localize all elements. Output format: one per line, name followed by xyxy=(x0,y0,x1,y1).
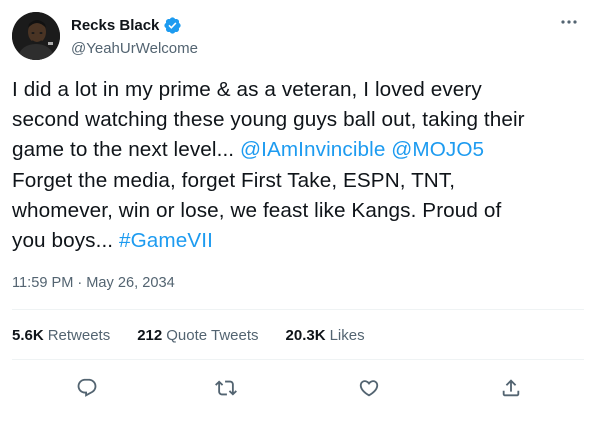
tweet-text-segment: I did a lot in my prime & as a veteran, … xyxy=(12,78,482,101)
retweets-label: Retweets xyxy=(47,326,111,344)
tweet-text: I did a lot in my prime & as a veteran, … xyxy=(12,75,584,256)
tweet-date: May 26, 2034 xyxy=(86,275,175,291)
tweet-timestamp[interactable]: 11:59 PM · May 26, 2034 xyxy=(12,273,175,293)
display-name[interactable]: Recks Black xyxy=(71,17,159,34)
tweet-text-line: Forget the media, forget First Take, ESP… xyxy=(12,166,584,196)
tweet-stats: 5.6K Retweets 212 Quote Tweets 20.3K Likes xyxy=(12,325,392,345)
retweets-count: 5.6K xyxy=(12,326,44,344)
tweet-text-line: I did a lot in my prime & as a veteran, … xyxy=(12,75,584,105)
tweet-text-segment: Forget the media, forget First Take, ESP… xyxy=(12,168,456,192)
verified-badge-icon xyxy=(163,16,182,35)
avatar[interactable] xyxy=(12,12,60,60)
author-handle[interactable]: @YeahUrWelcome xyxy=(71,39,198,59)
tweet-header: Recks Black @YeahUrWelcome xyxy=(12,12,584,60)
likes-count: 20.3K xyxy=(285,326,326,344)
mention-link[interactable]: @MOJO5 xyxy=(391,138,484,161)
tweet-text-line: second watching these young guys ball ou… xyxy=(12,105,584,135)
tweet-card: Recks Black @YeahUrWelcome I did a lot i… xyxy=(0,0,596,424)
display-name-row: Recks Black xyxy=(71,15,198,35)
tweet-time: 11:59 PM xyxy=(12,275,74,291)
author-names: Recks Black @YeahUrWelcome xyxy=(71,15,198,59)
tweet-text-line: you boys... #GameVII xyxy=(12,226,584,256)
quote-tweets-count: 212 xyxy=(137,326,163,344)
share-icon[interactable] xyxy=(499,376,523,400)
quote-tweets-stat[interactable]: 212 Quote Tweets xyxy=(137,327,258,344)
retweets-stat[interactable]: 5.6K Retweets xyxy=(12,327,110,344)
tweet-actions xyxy=(12,368,584,408)
tweet-text-line: whomever, win or lose, we feast like Kan… xyxy=(12,196,584,226)
tweet-text-segment: second watching these young guys ball ou… xyxy=(12,108,525,132)
mention-link[interactable]: @IAmInvincible xyxy=(240,138,385,161)
hashtag-link[interactable]: #GameVII xyxy=(119,229,213,252)
tweet-text-segment: you boys... xyxy=(12,229,119,253)
likes-label: Likes xyxy=(329,326,365,344)
meta-separator: · xyxy=(77,275,83,291)
tweet-text-segment: game to the next level... xyxy=(12,138,240,162)
retweet-icon[interactable] xyxy=(214,376,238,400)
quote-tweets-label: Quote Tweets xyxy=(166,326,259,344)
divider xyxy=(12,309,584,310)
divider xyxy=(12,359,584,360)
more-options-icon[interactable] xyxy=(558,14,580,30)
tweet-text-segment: whomever, win or lose, we feast like Kan… xyxy=(12,198,502,222)
like-icon[interactable] xyxy=(357,376,381,400)
tweet-text-line: game to the next level... @IAmInvincible… xyxy=(12,135,584,165)
likes-stat[interactable]: 20.3K Likes xyxy=(286,327,365,344)
reply-icon[interactable] xyxy=(75,376,99,400)
